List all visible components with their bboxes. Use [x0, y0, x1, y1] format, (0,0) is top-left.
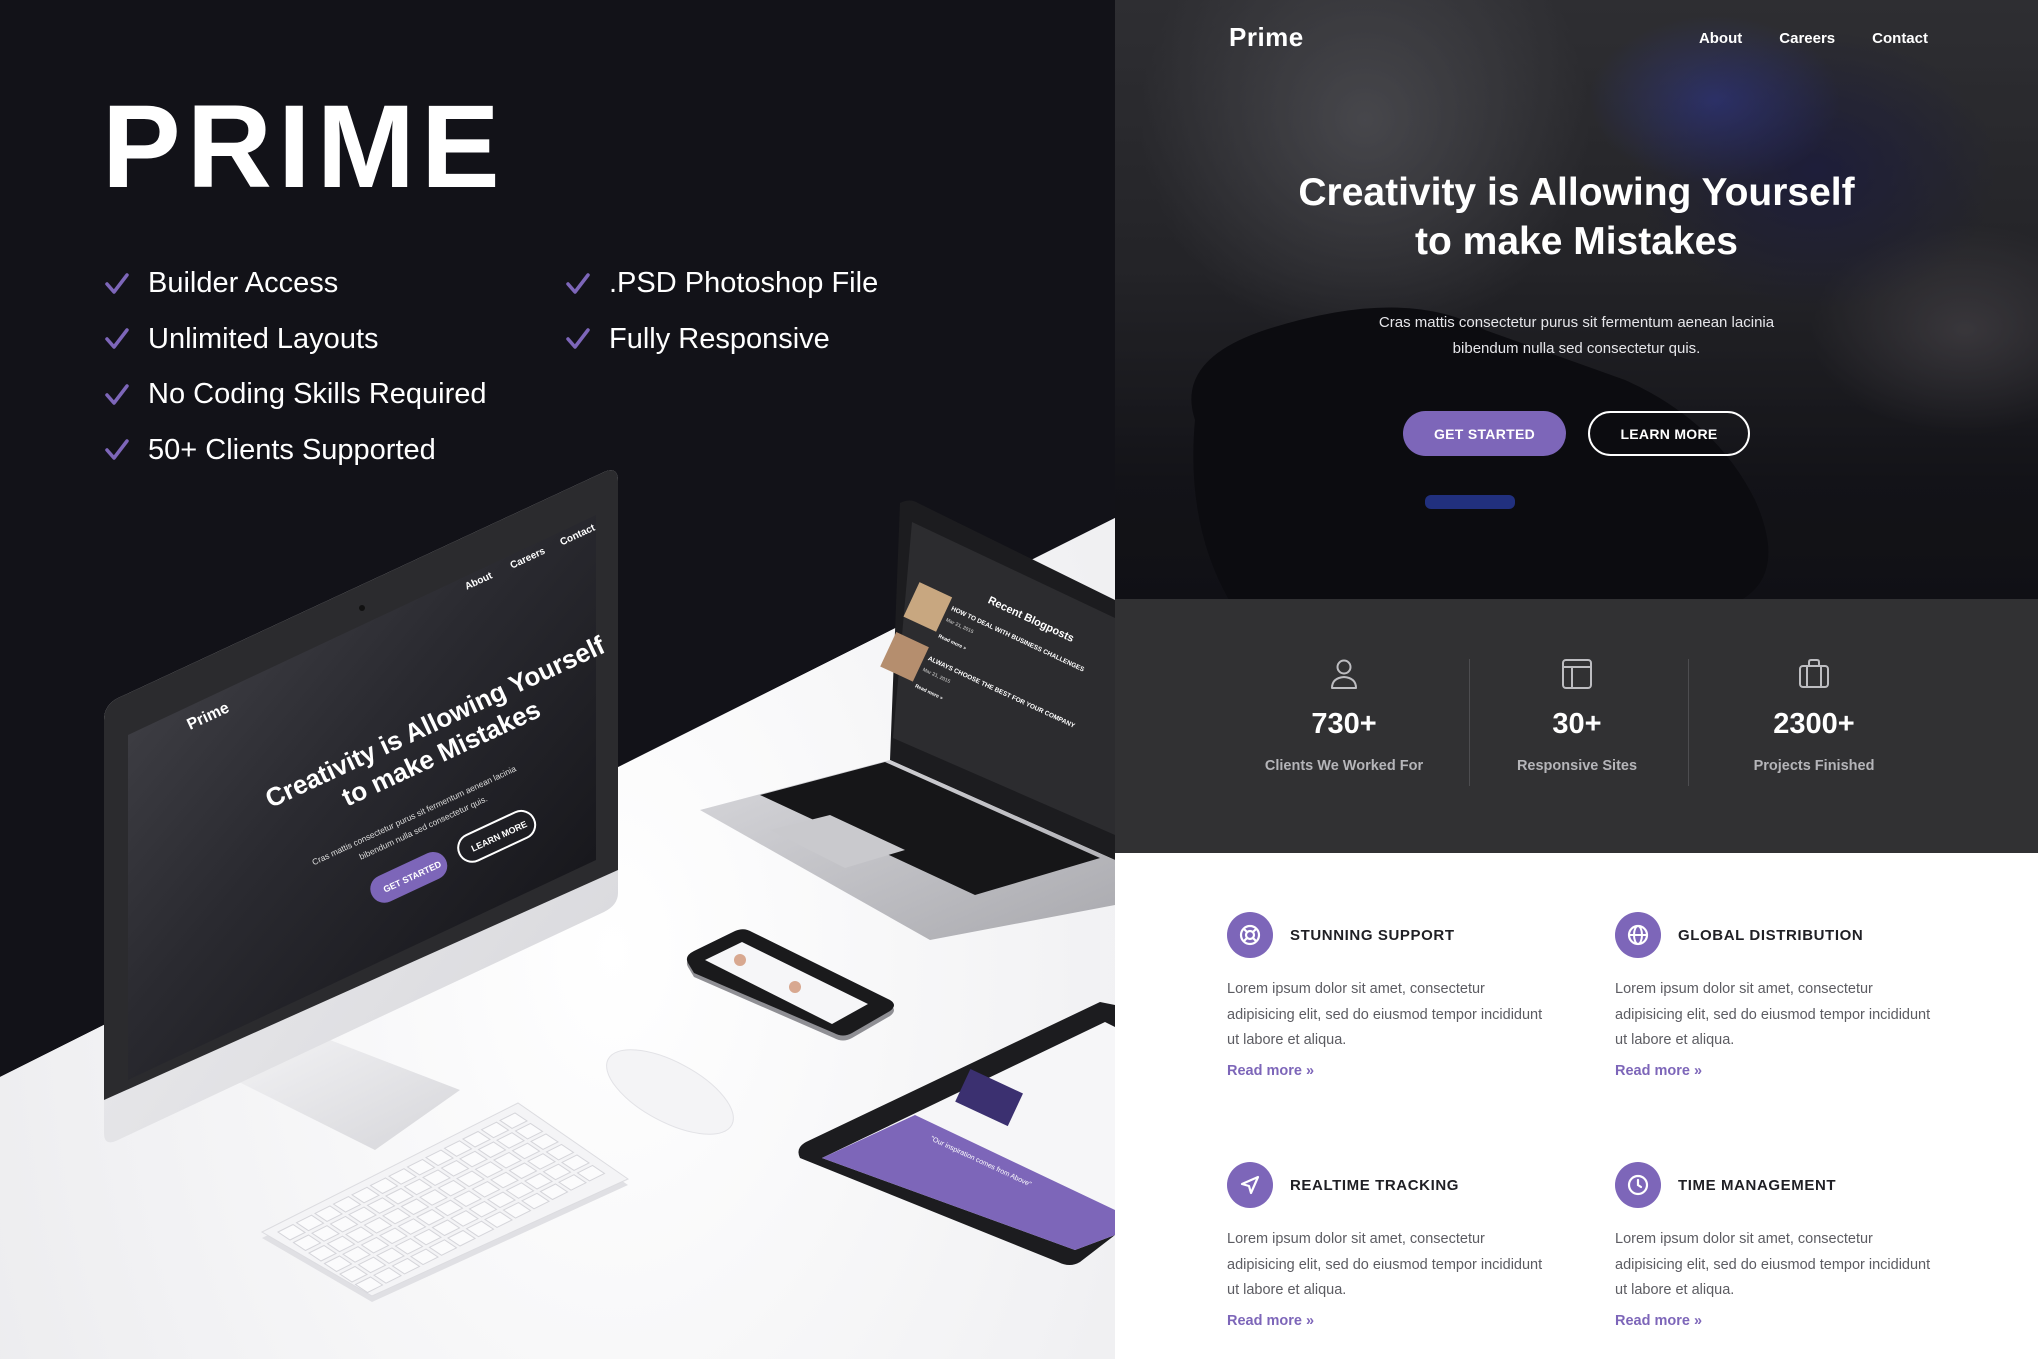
- checklist-label: .PSD Photoshop File: [609, 267, 879, 300]
- hero-overlay: [1115, 0, 2038, 599]
- feature-text: Lorem ipsum dolor sit amet, consectetur …: [1227, 981, 1543, 1048]
- hero-subtitle-line-2: bibendum nulla sed consectetur quis.: [1452, 340, 1701, 357]
- website-preview: Prime About Careers Contact Creativity i…: [1115, 0, 2038, 1359]
- checkmark-icon: [563, 269, 593, 299]
- checklist-label: Unlimited Layouts: [148, 322, 379, 355]
- feature-checklist-left: Builder Access Unlimited Layouts No Codi…: [102, 256, 487, 478]
- feature-title: STUNNING SUPPORT: [1290, 926, 1455, 944]
- promo-panel: PRIME Builder Access Unlimited Layouts N…: [0, 0, 1115, 1359]
- stat-clients: 730+ Clients We Worked For: [1229, 656, 1459, 774]
- hero-section: Prime About Careers Contact Creativity i…: [1115, 0, 2038, 599]
- checklist-label: 50+ Clients Supported: [148, 433, 436, 466]
- checklist-item: .PSD Photoshop File: [563, 256, 878, 312]
- feature-stunning-support: STUNNING SUPPORT Lorem ipsum dolor sit a…: [1227, 912, 1547, 1080]
- read-more-link[interactable]: Read more »: [1227, 1063, 1314, 1079]
- checkmark-icon: [102, 435, 132, 465]
- feature-realtime-tracking: REALTIME TRACKING Lorem ipsum dolor sit …: [1227, 1162, 1547, 1330]
- hero-title: Creativity is Allowing Yourself to make …: [1115, 168, 2038, 266]
- stat-projects: 2300+ Projects Finished: [1699, 656, 1929, 774]
- stat-divider: [1688, 659, 1689, 786]
- layout-icon: [1562, 659, 1592, 689]
- nav-careers[interactable]: Careers: [1779, 30, 1835, 47]
- read-more-link[interactable]: Read more »: [1227, 1313, 1314, 1329]
- stat-sites: 30+ Responsive Sites: [1462, 656, 1692, 774]
- checkmark-icon: [102, 380, 132, 410]
- stat-value: 730+: [1311, 708, 1377, 740]
- top-nav: About Careers Contact: [1699, 30, 1928, 47]
- checklist-label: Builder Access: [148, 267, 339, 300]
- hero-subtitle: Cras mattis consectetur purus sit fermen…: [1115, 310, 2038, 362]
- checkmark-icon: [102, 324, 132, 354]
- feature-text: Lorem ipsum dolor sit amet, consectetur …: [1227, 1231, 1543, 1298]
- lifebuoy-icon: [1227, 912, 1273, 958]
- hero-title-line-1: Creativity is Allowing Yourself: [1298, 171, 1855, 214]
- globe-icon: [1615, 912, 1661, 958]
- features-section: STUNNING SUPPORT Lorem ipsum dolor sit a…: [1115, 853, 2038, 1359]
- stats-section: 730+ Clients We Worked For 30+ Responsiv…: [1115, 599, 2038, 853]
- checklist-item: Unlimited Layouts: [102, 312, 487, 368]
- checklist-item: No Coding Skills Required: [102, 367, 487, 423]
- read-more-link[interactable]: Read more »: [1615, 1313, 1702, 1329]
- checklist-label: Fully Responsive: [609, 322, 830, 355]
- navigation-arrow-icon: [1227, 1162, 1273, 1208]
- user-icon: [1331, 659, 1357, 689]
- checkmark-icon: [563, 324, 593, 354]
- feature-text: Lorem ipsum dolor sit amet, consectetur …: [1615, 1231, 1931, 1298]
- hero-title-line-2: to make Mistakes: [1415, 220, 1738, 263]
- checklist-item: Builder Access: [102, 256, 487, 312]
- stat-value: 2300+: [1773, 708, 1855, 740]
- read-more-link[interactable]: Read more »: [1615, 1063, 1702, 1079]
- feature-title: TIME MANAGEMENT: [1678, 1176, 1837, 1194]
- nav-about[interactable]: About: [1699, 30, 1742, 47]
- feature-title: GLOBAL DISTRIBUTION: [1678, 926, 1864, 944]
- feature-time-management: TIME MANAGEMENT Lorem ipsum dolor sit am…: [1615, 1162, 1935, 1330]
- stat-label: Projects Finished: [1753, 758, 1875, 774]
- feature-title: REALTIME TRACKING: [1290, 1176, 1460, 1194]
- feature-text: Lorem ipsum dolor sit amet, consectetur …: [1615, 981, 1931, 1048]
- get-started-button[interactable]: GET STARTED: [1403, 411, 1566, 456]
- stat-value: 30+: [1552, 708, 1602, 740]
- nav-contact[interactable]: Contact: [1872, 30, 1928, 47]
- site-logo[interactable]: Prime: [1229, 22, 1304, 53]
- product-title: PRIME: [102, 81, 506, 213]
- learn-more-button[interactable]: LEARN MORE: [1588, 411, 1750, 456]
- checklist-item: 50+ Clients Supported: [102, 423, 487, 479]
- checklist-label: No Coding Skills Required: [148, 378, 487, 411]
- checkmark-icon: [102, 269, 132, 299]
- feature-global-distribution: GLOBAL DISTRIBUTION Lorem ipsum dolor si…: [1615, 912, 1935, 1080]
- hero-subtitle-line-1: Cras mattis consectetur purus sit fermen…: [1378, 314, 1775, 331]
- checklist-item: Fully Responsive: [563, 312, 878, 368]
- feature-checklist-right: .PSD Photoshop File Fully Responsive: [563, 256, 878, 367]
- stat-label: Responsive Sites: [1516, 758, 1638, 774]
- stat-label: Clients We Worked For: [1264, 758, 1424, 774]
- clock-icon: [1615, 1162, 1661, 1208]
- briefcase-icon: [1799, 659, 1829, 688]
